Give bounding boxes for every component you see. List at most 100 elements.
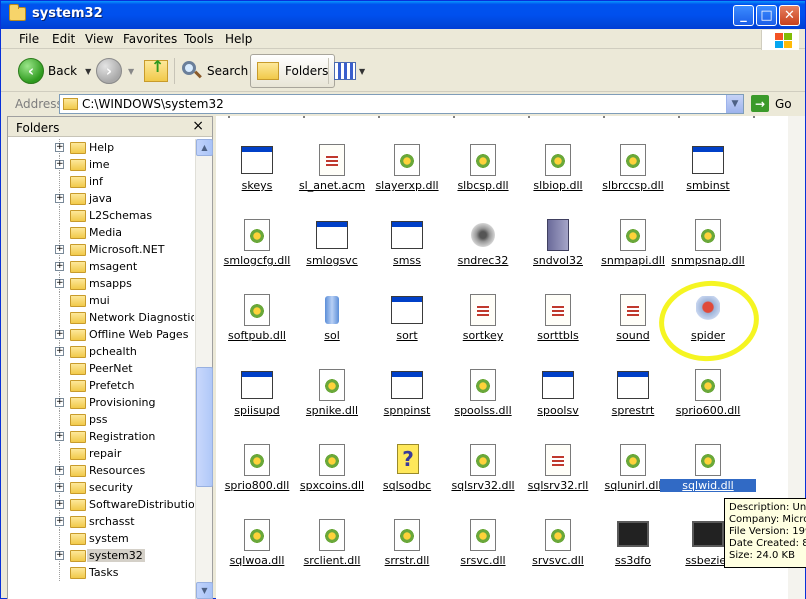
file-item[interactable]: ? sqlsodbc (369, 444, 445, 508)
file-item[interactable]: sprio600.dll (670, 369, 746, 433)
menu-edit[interactable]: Edit (52, 32, 75, 46)
tree-item[interactable]: repair (8, 445, 194, 462)
file-item[interactable]: sndvol32 (520, 219, 596, 283)
address-input[interactable]: C:\WINDOWS\system32 ▼ (59, 94, 744, 114)
forward-button[interactable]: › ▼ (96, 54, 134, 88)
tree-item[interactable]: system (8, 530, 194, 547)
file-item[interactable]: snmpapi.dll (595, 219, 671, 283)
expand-icon[interactable]: + (55, 262, 64, 271)
close-button[interactable]: ✕ (779, 5, 800, 26)
expand-icon[interactable]: + (55, 398, 64, 407)
tree-item[interactable]: PeerNet (8, 360, 194, 377)
scroll-down-button[interactable]: ▼ (196, 582, 213, 599)
file-item[interactable]: skeys (219, 144, 295, 208)
folders-button[interactable]: Folders (250, 54, 336, 88)
up-folder-button[interactable]: ↑ (144, 54, 168, 88)
file-item[interactable]: sound (595, 294, 671, 358)
tree-item[interactable]: mui (8, 292, 194, 309)
file-item[interactable]: srsvc.dll (445, 519, 521, 583)
file-item[interactable]: snmpsnap.dll (670, 219, 746, 283)
expand-icon[interactable]: + (55, 194, 64, 203)
title-bar[interactable]: system32 _ □ ✕ (1, 1, 805, 29)
expand-icon[interactable]: + (55, 551, 64, 560)
menu-help[interactable]: Help (225, 32, 252, 46)
expand-icon[interactable]: + (55, 347, 64, 356)
tree-item[interactable]: + security (8, 479, 194, 496)
menu-tools[interactable]: Tools (184, 32, 214, 46)
expand-icon[interactable]: + (55, 279, 64, 288)
tree-item[interactable]: + SoftwareDistribution (8, 496, 194, 513)
tree-item[interactable]: + java (8, 190, 194, 207)
go-button[interactable]: → Go (751, 95, 792, 112)
file-item[interactable]: sprestrt (595, 369, 671, 433)
file-item[interactable]: spoolsv (520, 369, 596, 433)
file-item[interactable]: spnpinst (369, 369, 445, 433)
file-item[interactable]: spoolss.dll (445, 369, 521, 433)
tree-item[interactable]: + msagent (8, 258, 194, 275)
file-item[interactable]: sl_anet.acm (294, 144, 370, 208)
file-item[interactable]: slbcsp.dll (445, 144, 521, 208)
file-item[interactable]: smss (369, 219, 445, 283)
file-item[interactable]: sol (294, 294, 370, 358)
file-item[interactable]: spider (670, 294, 746, 358)
file-item[interactable]: srvsvc.dll (520, 519, 596, 583)
file-item[interactable]: sqlwoa.dll (219, 519, 295, 583)
address-dropdown-button[interactable]: ▼ (726, 95, 743, 113)
file-item[interactable]: smlogcfg.dll (219, 219, 295, 283)
expand-icon[interactable]: + (55, 432, 64, 441)
menu-favorites[interactable]: Favorites (123, 32, 177, 46)
file-item[interactable]: spnike.dll (294, 369, 370, 433)
file-item[interactable]: sort (369, 294, 445, 358)
expand-icon[interactable]: + (55, 245, 64, 254)
minimize-button[interactable]: _ (733, 5, 754, 26)
file-item[interactable]: slbiop.dll (520, 144, 596, 208)
expand-icon[interactable]: + (55, 500, 64, 509)
menu-file[interactable]: File (19, 32, 39, 46)
tree-item[interactable]: + system32 (8, 547, 194, 564)
file-item[interactable]: slbrccsp.dll (595, 144, 671, 208)
expand-icon[interactable]: + (55, 466, 64, 475)
expand-icon[interactable]: + (55, 160, 64, 169)
scroll-up-button[interactable]: ▲ (196, 139, 213, 156)
tree-item[interactable]: pss (8, 411, 194, 428)
file-item[interactable]: spiisupd (219, 369, 295, 433)
tree-item[interactable]: + Registration (8, 428, 194, 445)
expand-icon[interactable]: + (55, 143, 64, 152)
tree-item[interactable]: + Resources (8, 462, 194, 479)
file-item[interactable]: smbinst (670, 144, 746, 208)
tree-item[interactable]: + srchasst (8, 513, 194, 530)
scroll-thumb[interactable] (196, 367, 213, 487)
file-item[interactable]: softpub.dll (219, 294, 295, 358)
tree-item[interactable]: + Help (8, 139, 194, 156)
tree-item[interactable]: Network Diagnostic (8, 309, 194, 326)
expand-icon[interactable]: + (55, 483, 64, 492)
folders-scrollbar[interactable]: ▲ ▼ (195, 139, 213, 599)
tree-item[interactable]: + Offline Web Pages (8, 326, 194, 343)
back-button[interactable]: ‹ Back ▼ (18, 54, 91, 88)
tree-item[interactable]: + ime (8, 156, 194, 173)
file-item[interactable]: sqlunirl.dll (595, 444, 671, 508)
file-item[interactable]: sqlsrv32.rll (520, 444, 596, 508)
file-item[interactable]: smlogsvc (294, 219, 370, 283)
expand-icon[interactable]: + (55, 517, 64, 526)
file-item[interactable]: sndrec32 (445, 219, 521, 283)
views-button[interactable]: ▼ (334, 54, 365, 88)
tree-item[interactable]: Prefetch (8, 377, 194, 394)
maximize-button[interactable]: □ (756, 5, 777, 26)
tree-item[interactable]: Tasks (8, 564, 194, 581)
tree-item[interactable]: Media (8, 224, 194, 241)
file-item[interactable]: sorttbls (520, 294, 596, 358)
file-item[interactable]: srclient.dll (294, 519, 370, 583)
file-item[interactable]: sprio800.dll (219, 444, 295, 508)
tree-item[interactable]: L2Schemas (8, 207, 194, 224)
tree-item[interactable]: + pchealth (8, 343, 194, 360)
file-item[interactable]: srrstr.dll (369, 519, 445, 583)
expand-icon[interactable]: + (55, 330, 64, 339)
tree-item[interactable]: + Provisioning (8, 394, 194, 411)
file-item[interactable]: slayerxp.dll (369, 144, 445, 208)
search-button[interactable]: Search (180, 54, 248, 88)
tree-item[interactable]: inf (8, 173, 194, 190)
file-item[interactable]: sqlsrv32.dll (445, 444, 521, 508)
file-item[interactable]: sortkey (445, 294, 521, 358)
file-item[interactable]: spxcoins.dll (294, 444, 370, 508)
